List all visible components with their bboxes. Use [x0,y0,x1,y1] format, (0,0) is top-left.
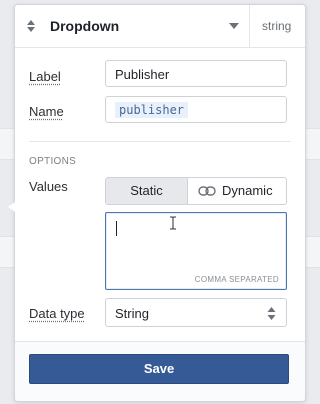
values-label: Values [29,179,68,194]
dynamic-option-label: Dynamic [222,183,273,198]
ibeam-cursor-icon [170,216,176,230]
label-input-value: Publisher [115,67,170,82]
dynamic-option-button[interactable]: Dynamic [188,178,286,204]
save-button[interactable]: Save [29,354,289,384]
header-divider [249,5,250,47]
chevron-down-icon[interactable] [229,23,239,29]
popover-pointer [8,200,18,214]
data-type-select[interactable]: String [105,298,287,327]
data-type-label: Data type [29,306,85,321]
popover-footer: Save [15,341,305,401]
section-divider [29,141,291,142]
name-field-label: Name [29,104,64,119]
name-input[interactable]: publisher [105,96,287,123]
values-textarea[interactable]: COMMA SEPARATED [105,212,287,290]
name-input-value: publisher [115,102,189,118]
popover-header: Dropdown string [15,5,305,48]
type-tag: string [262,19,292,33]
options-section-title: OPTIONS [29,156,77,167]
link-icon [198,186,216,196]
field-type-title[interactable]: Dropdown [50,18,119,34]
sort-icon[interactable] [26,19,36,33]
text-cursor [116,221,117,236]
static-option-button[interactable]: Static [106,178,188,204]
field-settings-popover: Dropdown string Label Publisher Name pub… [14,4,306,402]
label-input[interactable]: Publisher [105,60,287,87]
values-source-toggle: Static Dynamic [105,177,287,205]
label-field-label: Label [29,69,61,84]
select-arrows-icon [267,307,276,320]
data-type-value: String [115,306,149,321]
comma-separated-hint: COMMA SEPARATED [194,275,279,284]
